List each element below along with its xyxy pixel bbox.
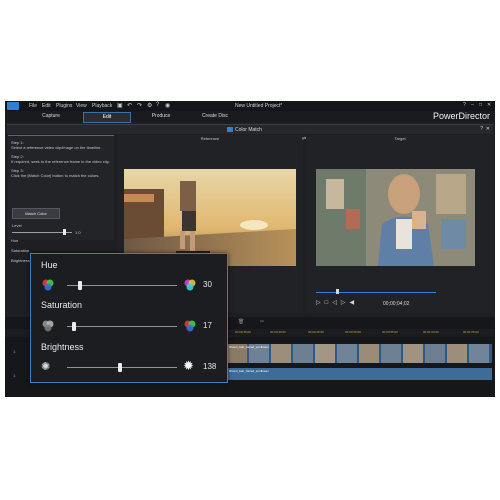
saturation-slider[interactable] (67, 326, 177, 327)
timeline-tick: 00;01;05;00 (463, 330, 479, 334)
target-label: Target (394, 136, 406, 141)
playback-controls: ▷□◁▷◀ (316, 299, 358, 306)
tab-edit[interactable]: Edit (83, 112, 131, 123)
help-icon[interactable]: ? (156, 102, 159, 108)
timeline-tick: 00;00;45;00 (308, 330, 324, 334)
brightness-label: Brightness (41, 342, 84, 352)
saturation-slider-handle[interactable] (71, 322, 76, 331)
clip-thumbnail (469, 344, 489, 363)
menu-bar: File Edit Plugins View Playback ▣ ↶ ↷ ⚙ … (5, 101, 495, 111)
timecode: 00;00;04;02 (383, 301, 410, 307)
sun-large-icon: ✹ (183, 358, 194, 373)
menu-view[interactable]: View (76, 103, 87, 109)
redo-icon[interactable]: ↷ (137, 102, 142, 109)
window-title: New Untitled Project* (235, 103, 283, 109)
upgrade-icon[interactable]: ◉ (165, 102, 170, 109)
timeline-tick: 00;00;35;00 (235, 330, 251, 334)
mini-saturation-label: Saturation (11, 248, 30, 253)
rgb-circles-icon (184, 279, 196, 291)
prev-frame-icon[interactable]: ◁ (332, 300, 341, 306)
undo-icon[interactable]: ↶ (127, 102, 132, 109)
rgb-circles-icon (42, 279, 54, 291)
grey-circles-icon (42, 320, 54, 332)
level-value: 1.0 (75, 230, 81, 235)
level-label: Level (12, 223, 22, 228)
track-number: 1. (13, 373, 17, 378)
hue-slider[interactable] (67, 285, 177, 286)
match-color-button[interactable]: Match Color (12, 208, 60, 219)
split-icon[interactable]: ✂ (260, 319, 264, 325)
audio-clip[interactable]: Brown_hair_haired_sunflower (227, 368, 492, 380)
color-match-title: Color Match (235, 127, 262, 133)
delete-icon[interactable]: 🗑 (238, 319, 244, 325)
saturation-label: Saturation (41, 300, 83, 310)
hue-slider-handle[interactable] (78, 281, 83, 290)
minimize-icon[interactable]: – (471, 102, 474, 108)
menu-edit[interactable]: Edit (42, 103, 51, 109)
target-pane: Target ▷□◁▷◀ 00;00;04;02 (307, 135, 493, 313)
clip-thumbnail (425, 344, 445, 363)
video-clip[interactable]: Brown_hair_haired_sunflower (227, 344, 492, 363)
clip-thumbnail (293, 344, 313, 363)
clip-thumbnail (381, 344, 401, 363)
help-window-icon[interactable]: ? (463, 102, 466, 108)
timeline-tick: 00;00;40;00 (270, 330, 286, 334)
step1-text: Select a reference video clip/image on t… (11, 145, 102, 150)
sun-small-icon: ✺ (41, 361, 51, 373)
volume-icon[interactable]: ◀ (350, 300, 359, 306)
clip-label: Brown_hair_haired_sunflower (229, 345, 269, 349)
clip-thumbnail (315, 344, 335, 363)
reference-label: Reference (200, 136, 220, 141)
track-number: 1. (13, 349, 17, 354)
saturation-value: 17 (203, 321, 212, 330)
clip-thumbnail (271, 344, 291, 363)
level-slider-handle[interactable] (63, 229, 66, 235)
play-icon[interactable]: ▷ (316, 300, 325, 306)
clip-thumbnail (337, 344, 357, 363)
color-match-icon (227, 127, 233, 132)
tab-produce[interactable]: Produce (139, 112, 183, 121)
instructions-panel: Step 1: Select a reference video clip/ima… (8, 135, 114, 240)
target-scrub-handle[interactable] (336, 289, 339, 294)
clip-thumbnail (359, 344, 379, 363)
close-icon[interactable]: ✕ (486, 126, 490, 132)
timeline-tick: 00;01;00;00 (423, 330, 439, 334)
save-icon[interactable]: ▣ (117, 102, 123, 109)
brightness-slider[interactable] (67, 367, 177, 368)
tab-create-disc[interactable]: Create Disc (191, 112, 239, 121)
help-icon[interactable]: ? (480, 126, 483, 132)
brightness-slider-handle[interactable] (117, 363, 122, 372)
hue-label: Hue (41, 260, 58, 270)
brightness-value: 138 (203, 362, 217, 371)
rgb-circles-icon (184, 320, 196, 332)
next-frame-icon[interactable]: ▷ (341, 300, 350, 306)
tab-capture[interactable]: Capture (29, 112, 73, 121)
mini-hue-label: Hue (11, 238, 19, 243)
clip-label: Brown_hair_haired_sunflower (229, 369, 269, 373)
mini-brightness-label: Brightness (11, 258, 30, 263)
clip-thumbnail (447, 344, 467, 363)
menu-file[interactable]: File (29, 103, 37, 109)
menu-plugins[interactable]: Plugins (56, 103, 72, 109)
reference-image (124, 169, 296, 266)
close-window-icon[interactable]: ✕ (487, 102, 491, 108)
step2-text: If required, seek to the reference frame… (11, 159, 110, 164)
target-scrub-bar[interactable] (316, 292, 436, 293)
clip-thumbnail (403, 344, 423, 363)
brand-name: PowerDirector (432, 111, 490, 121)
timeline-tick: 00;00;50;00 (345, 330, 361, 334)
target-image (316, 169, 475, 266)
mode-tabs: Capture Edit Produce Create Disc PowerDi… (5, 111, 495, 123)
timeline-tick: 00;00;55;00 (382, 330, 398, 334)
hue-value: 30 (203, 280, 212, 289)
color-adjustment-panel: Hue 30 Saturation 17 Brightness ✺ ✹ 138 (30, 253, 228, 383)
swap-icon[interactable]: ⇄ (302, 136, 306, 142)
maximize-icon[interactable]: □ (479, 102, 482, 108)
color-match-header: Color Match ? ✕ (7, 124, 493, 134)
settings-icon[interactable]: ⚙ (147, 102, 152, 109)
app-logo-icon (7, 102, 19, 110)
step3-text: Click the [Match Color] button to match … (11, 173, 100, 178)
menu-playback[interactable]: Playback (92, 103, 112, 109)
